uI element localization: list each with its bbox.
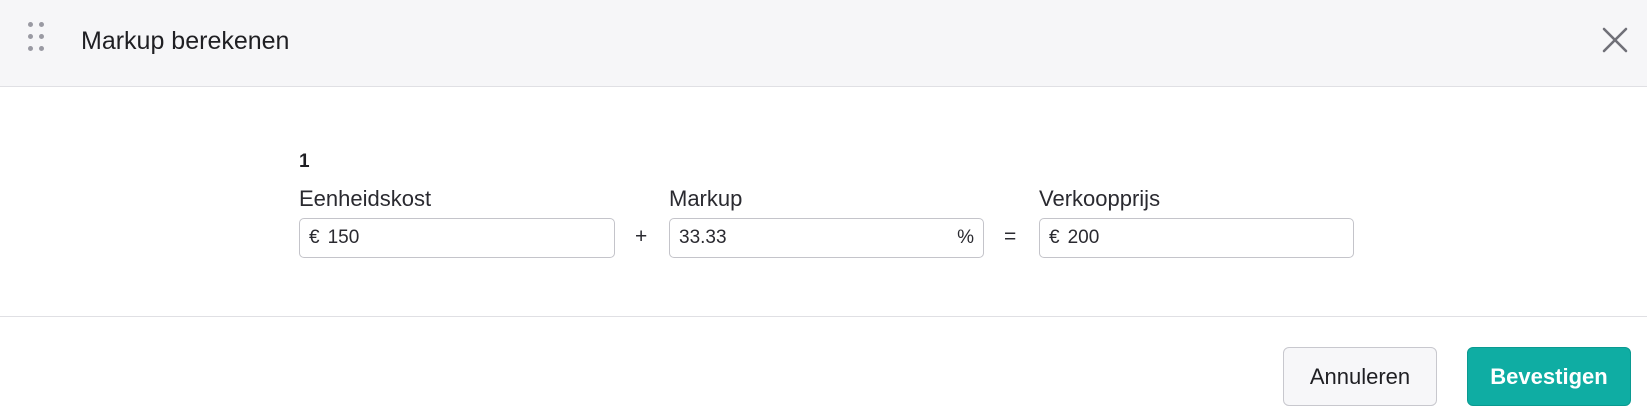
unit-cost-input[interactable]: € 150 [299,218,615,258]
drag-handle-icon[interactable] [28,22,50,58]
sale-price-label: Verkoopprijs [1039,186,1161,211]
plus-operator: + [635,225,648,248]
unit-cost-value: 150 [327,227,360,248]
unit-cost-label: Eenheidskost [299,186,432,211]
sale-price-input[interactable]: € 200 [1039,218,1354,258]
cancel-button[interactable]: Annuleren [1283,347,1437,406]
dialog-body: 1 Eenheidskost € 150 + Markup 33.33 % = … [0,88,1647,316]
dialog-footer: Annuleren Bevestigen [0,316,1647,420]
markup-value: 33.33 [679,227,727,248]
currency-prefix: € [309,227,320,248]
markup-label: Markup [669,186,743,211]
dialog-title: Markup berekenen [81,27,290,55]
confirm-button[interactable]: Bevestigen [1467,347,1631,406]
row-number: 1 [299,151,310,172]
close-icon[interactable] [1600,25,1630,55]
markup-input[interactable]: 33.33 % [669,218,984,258]
dialog-header: Markup berekenen [0,0,1647,87]
currency-prefix: € [1049,227,1060,248]
markup-dialog: Markup berekenen 1 Eenheidskost € 150 + … [0,0,1647,420]
equals-operator: = [1004,225,1017,248]
sale-price-value: 200 [1067,227,1100,248]
percent-suffix: % [957,227,974,248]
